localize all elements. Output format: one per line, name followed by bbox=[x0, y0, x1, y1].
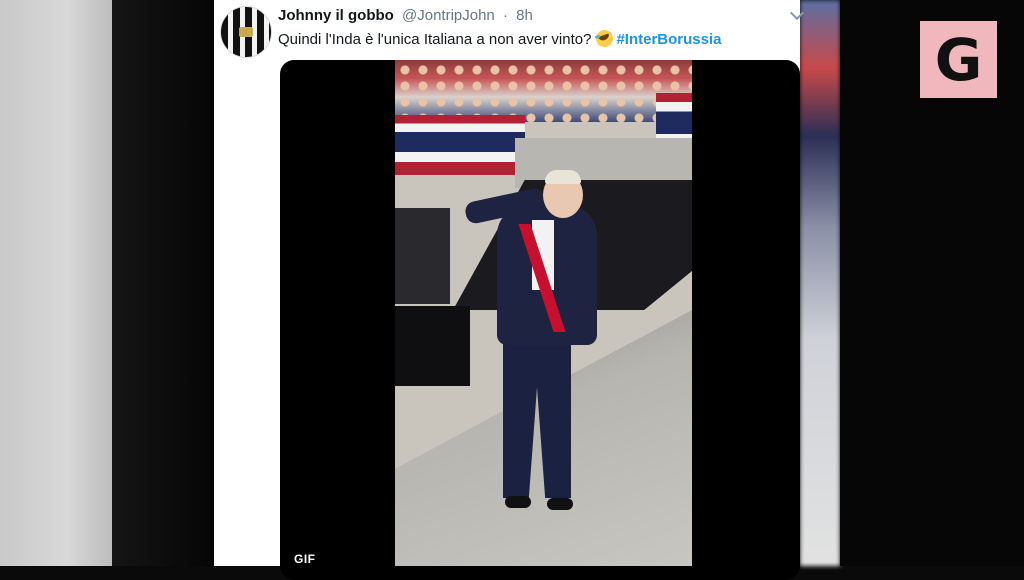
background-blur-right bbox=[800, 0, 840, 566]
tweet-header: Johnny il gobbo @JontripJohn · 8h bbox=[278, 7, 533, 24]
person-shoe-left bbox=[505, 496, 531, 508]
avatar[interactable] bbox=[220, 6, 272, 58]
speaker-stand bbox=[395, 306, 470, 386]
channel-logo: G bbox=[920, 21, 997, 98]
person-shoe-right bbox=[547, 498, 573, 510]
tweet-media[interactable]: GIF bbox=[280, 60, 800, 580]
gif-video-frame[interactable] bbox=[395, 60, 692, 566]
separator-dot: · bbox=[502, 7, 508, 24]
hashtag-link[interactable]: #InterBorussia bbox=[616, 31, 721, 48]
crowd-image bbox=[395, 60, 692, 122]
gif-badge: GIF bbox=[294, 552, 316, 566]
flag-bunting-left bbox=[395, 115, 525, 175]
background-blur-left bbox=[0, 0, 112, 566]
tweet-text: Quindi l'Inda è l'unica Italiana a non a… bbox=[278, 27, 721, 50]
jersey-emblem-icon bbox=[239, 27, 253, 37]
tweet-card[interactable]: Johnny il gobbo @JontripJohn · 8h Quindi… bbox=[214, 0, 805, 580]
background-dark-left bbox=[112, 0, 214, 566]
person-hair bbox=[545, 170, 581, 184]
display-name[interactable]: Johnny il gobbo bbox=[278, 7, 394, 24]
tweet-timestamp[interactable]: 8h bbox=[516, 7, 533, 24]
tweet-body-text: Quindi l'Inda è l'unica Italiana a non a… bbox=[278, 31, 592, 48]
laughing-emoji-icon bbox=[594, 27, 616, 50]
user-handle[interactable]: @JontripJohn bbox=[402, 7, 495, 24]
speaker-box bbox=[395, 208, 450, 304]
